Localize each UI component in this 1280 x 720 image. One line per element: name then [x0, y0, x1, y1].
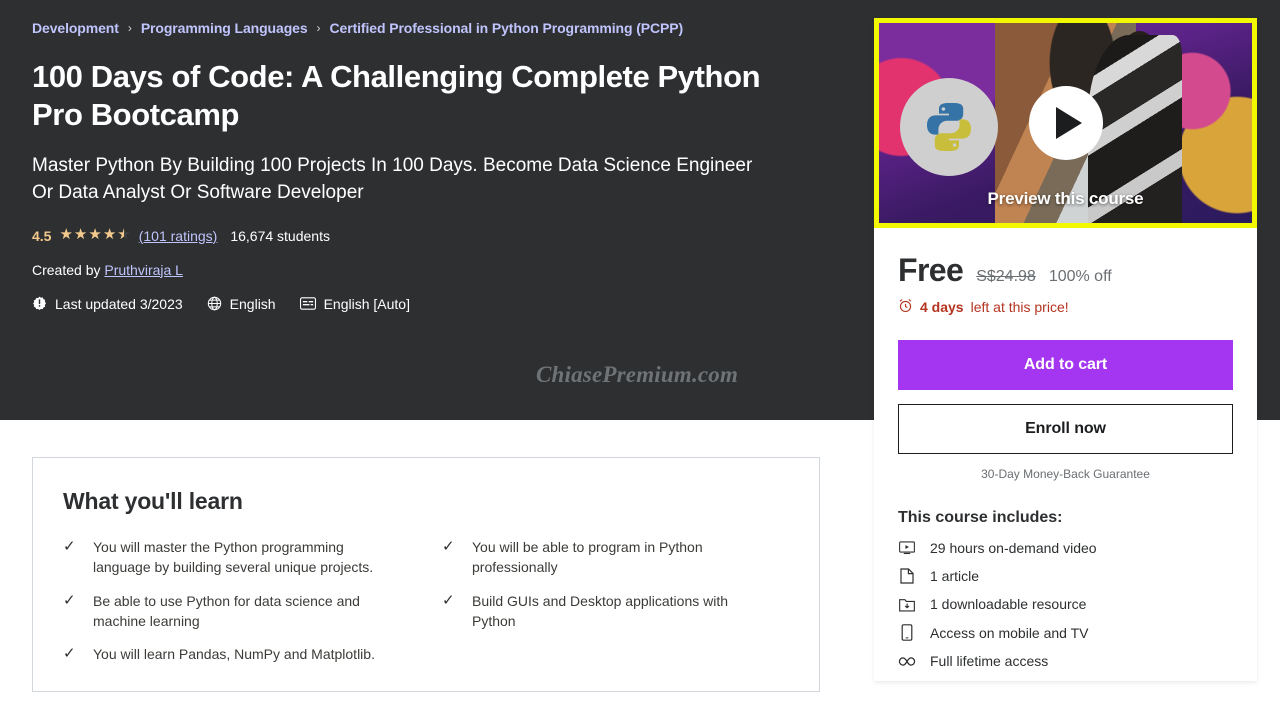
- course-includes-list: 29 hours on-demand video 1 article 1 dow…: [898, 540, 1233, 669]
- rating-row: 4.5 ★ ★ ★ ★ ★ (101 ratings) 16,674 stude…: [32, 227, 832, 244]
- last-updated-meta: Last updated 3/2023: [32, 296, 183, 312]
- list-item: ✓ Be able to use Python for data science…: [63, 591, 410, 632]
- list-item: ✓ You will be able to program in Python …: [442, 537, 789, 578]
- learn-column-right: ✓ You will be able to program in Python …: [442, 537, 789, 677]
- enroll-now-button[interactable]: Enroll now: [898, 404, 1233, 454]
- breadcrumb: Development › Programming Languages › Ce…: [32, 0, 832, 36]
- learn-item-text: You will master the Python programming l…: [93, 539, 374, 576]
- alarm-clock-icon: [898, 298, 913, 316]
- purchase-card-body: Free S$24.98 100% off 4 days left at thi…: [874, 228, 1257, 669]
- includes-label: Full lifetime access: [930, 653, 1049, 669]
- captions-meta: English [Auto]: [299, 295, 410, 312]
- what-you-will-learn-box: What you'll learn ✓ You will master the …: [32, 457, 820, 692]
- list-item: ✓ You will learn Pandas, NumPy and Matpl…: [63, 644, 410, 664]
- original-price: S$24.98: [976, 268, 1036, 285]
- article-icon: [898, 568, 916, 584]
- learn-column-left: ✓ You will master the Python programming…: [63, 537, 410, 677]
- star-icon: ★: [73, 226, 88, 244]
- preview-person-head: [1116, 31, 1162, 111]
- price-deadline: 4 days left at this price!: [898, 298, 1233, 316]
- list-item: 1 downloadable resource: [898, 596, 1233, 612]
- course-headline: Master Python By Building 100 Projects I…: [32, 154, 753, 203]
- course-meta-row: Last updated 3/2023 English English [Aut…: [32, 296, 832, 312]
- site-watermark: ChiasePremium.com: [536, 362, 739, 387]
- money-back-guarantee: 30-Day Money-Back Guarantee: [981, 467, 1150, 481]
- star-icon: ★: [102, 226, 117, 244]
- play-triangle-icon: [1055, 107, 1082, 139]
- check-icon: ✓: [63, 645, 76, 663]
- learn-item-text: You will be able to program in Python pr…: [472, 539, 703, 576]
- play-button[interactable]: [1028, 86, 1103, 160]
- badge-exclamation-icon: [32, 296, 47, 311]
- breadcrumb-item-development[interactable]: Development: [32, 20, 119, 36]
- rating-value: 4.5: [32, 227, 52, 244]
- globe-icon: [207, 296, 222, 311]
- deadline-text: left at this price!: [970, 299, 1069, 315]
- page-title: 100 Days of Code: A Challenging Complete…: [32, 59, 761, 132]
- author-link[interactable]: Pruthviraja L: [104, 262, 183, 278]
- mobile-icon: [898, 624, 916, 641]
- hero-content: Development › Programming Languages › Ce…: [32, 0, 832, 312]
- language-text: English: [229, 295, 276, 312]
- includes-label: Access on mobile and TV: [930, 624, 1089, 641]
- price-row: Free S$24.98 100% off: [898, 252, 1233, 289]
- chevron-right-icon: ›: [316, 21, 321, 35]
- add-to-cart-button[interactable]: Add to cart: [898, 340, 1233, 390]
- list-item: 1 article: [898, 568, 1233, 584]
- ratings-count-link[interactable]: (101 ratings): [139, 228, 218, 244]
- list-item: Full lifetime access: [898, 653, 1233, 669]
- includes-label: 29 hours on-demand video: [930, 540, 1097, 556]
- check-icon: ✓: [63, 591, 76, 609]
- captions-text: English [Auto]: [323, 295, 410, 312]
- learn-item-text: Be able to use Python for data science a…: [93, 592, 360, 629]
- students-count: 16,674 students: [230, 227, 330, 244]
- star-icon: ★: [88, 226, 102, 244]
- includes-label: 1 article: [930, 568, 980, 584]
- chevron-right-icon: ›: [127, 21, 132, 35]
- breadcrumb-item-pcpp[interactable]: Certified Professional in Python Program…: [330, 20, 684, 36]
- current-price: Free: [898, 252, 964, 288]
- list-item: ✓ You will master the Python programming…: [63, 537, 410, 578]
- list-item: 29 hours on-demand video: [898, 540, 1233, 556]
- list-item: Access on mobile and TV: [898, 624, 1233, 641]
- star-half-icon: ★: [117, 227, 130, 242]
- discount-percent: 100% off: [1048, 268, 1112, 285]
- purchase-card: Preview this course Free S$24.98 100% of…: [874, 18, 1257, 681]
- preview-video-thumbnail[interactable]: Preview this course: [874, 18, 1257, 228]
- created-by-label: Created by: [32, 261, 101, 278]
- deadline-days: 4 days: [920, 299, 964, 315]
- list-item: ✓ Build GUIs and Desktop applications wi…: [442, 591, 789, 632]
- check-icon: ✓: [442, 591, 455, 609]
- what-you-will-learn-title: What you'll learn: [63, 488, 243, 514]
- learn-item-text: You will learn Pandas, NumPy and Matplot…: [93, 646, 375, 663]
- learn-grid: ✓ You will master the Python programming…: [63, 537, 789, 677]
- closed-caption-icon: [299, 297, 316, 310]
- python-logo-icon: [900, 78, 998, 176]
- learn-item-text: Build GUIs and Desktop applications with…: [472, 592, 729, 629]
- video-icon: [898, 541, 916, 555]
- star-icon: ★: [59, 226, 73, 244]
- created-by-row: Created by Pruthviraja L: [32, 262, 832, 278]
- language-meta: English: [207, 296, 276, 312]
- includes-label: 1 downloadable resource: [930, 596, 1087, 612]
- check-icon: ✓: [442, 538, 455, 555]
- preview-this-course-label: Preview this course: [987, 189, 1144, 208]
- download-icon: [898, 597, 916, 612]
- course-landing-page: Development › Programming Languages › Ce…: [0, 0, 1280, 720]
- breadcrumb-item-programming-languages[interactable]: Programming Languages: [141, 20, 308, 36]
- star-rating: ★ ★ ★ ★ ★: [59, 227, 130, 242]
- check-icon: ✓: [63, 538, 76, 555]
- last-updated-text: Last updated 3/2023: [55, 295, 183, 312]
- course-includes-title: This course includes:: [898, 509, 1063, 526]
- infinity-icon: [898, 656, 916, 667]
